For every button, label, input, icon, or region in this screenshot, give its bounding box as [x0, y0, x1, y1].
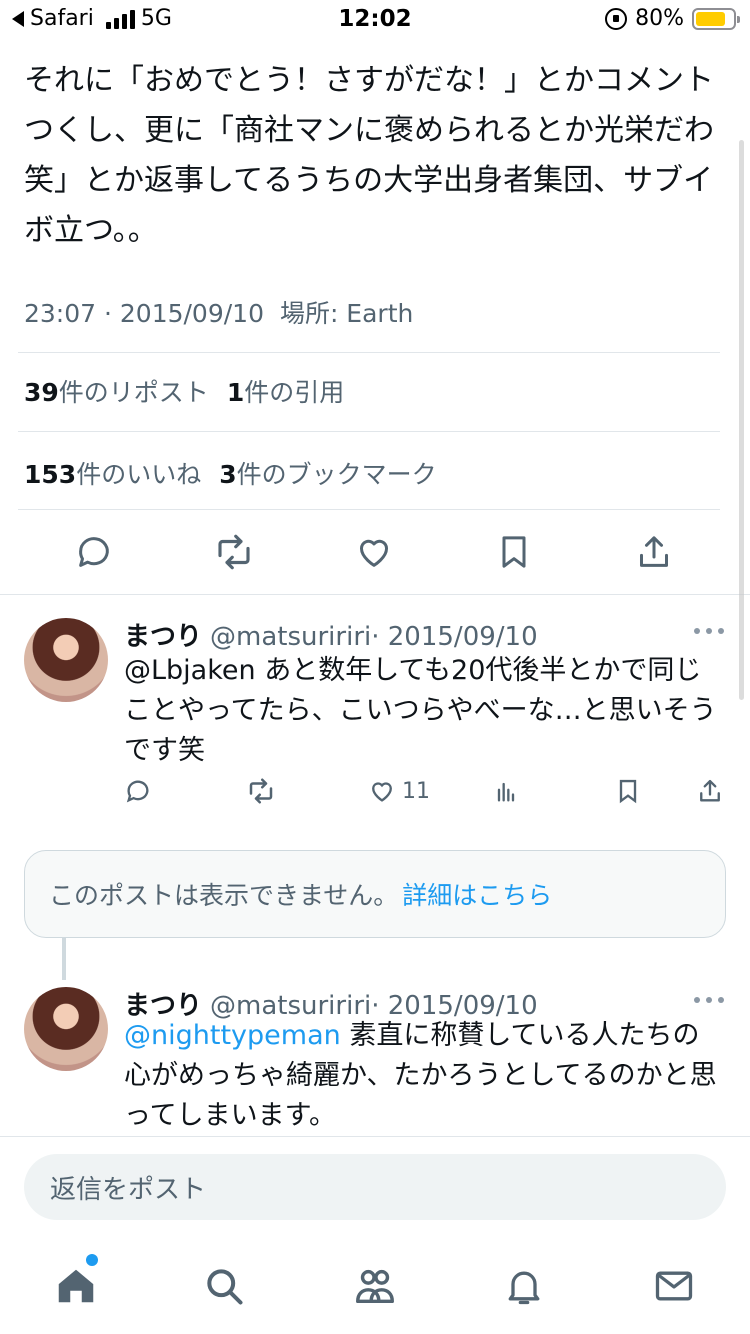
reply-share-button[interactable] — [696, 775, 724, 807]
reply-bookmark-button[interactable] — [614, 775, 642, 807]
quotes-label: 件の引用 — [244, 378, 345, 407]
tab-messages[interactable] — [650, 1262, 698, 1310]
divider — [18, 431, 720, 432]
mail-icon — [655, 1271, 693, 1301]
reply-input[interactable]: 返信をポスト — [24, 1154, 726, 1220]
unavailable-post-notice: このポストは表示できません。 詳細はこちら — [24, 850, 726, 938]
learn-more-link[interactable]: 詳細はこちら — [402, 876, 552, 912]
reply-repost-button[interactable] — [246, 775, 276, 807]
repost-stats[interactable]: 39件のリポスト 1件の引用 — [24, 373, 344, 409]
divider — [18, 509, 720, 510]
reply-actions: 11 — [124, 775, 724, 807]
thread-line — [62, 938, 66, 980]
heart-icon — [372, 782, 392, 802]
repost-icon — [218, 534, 250, 570]
reply-icon — [79, 537, 109, 567]
share-icon — [640, 536, 668, 567]
reply-text: @Lbjaken あと数年しても20代後半とかで同じことやってたら、こいつらやべ… — [124, 655, 717, 766]
search-icon — [207, 1269, 243, 1305]
share-icon — [700, 779, 720, 802]
avatar[interactable] — [24, 987, 108, 1071]
heart-icon — [360, 539, 388, 567]
tweet-meta: 23:07 · 2015/09/10 場所: Earth — [24, 294, 413, 330]
share-button[interactable] — [632, 530, 676, 574]
bookmark-icon — [502, 536, 526, 568]
status-bar: Safari 5G 12:02 80% — [0, 0, 750, 40]
reply-like-count: 11 — [402, 778, 430, 804]
orientation-lock-icon — [605, 7, 628, 30]
bookmarks-label: 件のブックマーク — [236, 460, 437, 489]
bookmark-button[interactable] — [492, 530, 536, 574]
home-icon — [58, 1269, 94, 1303]
reply-reply-button[interactable] — [124, 775, 152, 807]
reply-header: まつり @matsuririri· 2015/09/10 — [124, 616, 538, 653]
quotes-count: 1 — [226, 378, 245, 407]
bell-icon — [508, 1271, 540, 1305]
avatar[interactable] — [24, 618, 108, 702]
bookmarks-count: 3 — [219, 460, 237, 489]
tab-communities[interactable] — [351, 1262, 399, 1310]
new-posts-dot — [86, 1254, 98, 1266]
reply-author-handle[interactable]: @matsuririri — [210, 622, 371, 652]
like-stats[interactable]: 153件のいいね 3件のブックマーク — [24, 455, 437, 491]
more-options-icon[interactable] — [694, 997, 724, 1005]
reply-button[interactable] — [72, 530, 116, 574]
tweet-location: 場所: Earth — [279, 299, 414, 328]
tab-explore[interactable] — [200, 1262, 248, 1310]
reply-input-placeholder: 返信をポスト — [50, 1174, 207, 1205]
repost-icon — [249, 778, 273, 804]
reply-date: · 2015/09/10 — [371, 622, 538, 652]
tweet-timestamp[interactable]: 23:07 · 2015/09/10 — [24, 299, 264, 328]
divider — [18, 352, 720, 353]
battery-icon — [692, 7, 740, 30]
repost-button[interactable] — [212, 530, 256, 574]
tab-notifications[interactable] — [500, 1262, 548, 1310]
unavailable-text: このポストは表示できません。 — [49, 881, 399, 910]
reposts-label: 件のリポスト — [58, 378, 209, 407]
reply-views-button[interactable] — [492, 775, 520, 807]
reply-author-name[interactable]: まつり — [124, 622, 202, 652]
analytics-icon — [497, 782, 515, 802]
likes-label: 件のいいね — [76, 460, 202, 489]
bookmark-icon — [619, 779, 637, 804]
reply-icon — [126, 780, 149, 803]
like-button[interactable] — [352, 530, 396, 574]
reply-body: @nighttypeman 素直に称賛している人たちの心がめっちゃ綺麗か、たかろ… — [124, 1016, 724, 1136]
status-right: 80% — [605, 6, 740, 31]
divider — [0, 594, 750, 595]
reply-mention[interactable]: @nighttypeman — [124, 1020, 341, 1051]
tab-home[interactable] — [52, 1262, 100, 1310]
likes-count: 153 — [24, 460, 77, 489]
divider — [0, 1136, 750, 1137]
tweet-text: それに「おめでとう！さすがだな！」とかコメントつくし、更に「商社マンに褒められる… — [24, 63, 714, 248]
battery-percent: 80% — [635, 6, 684, 31]
scrollbar[interactable] — [739, 140, 744, 700]
reply-like-button[interactable]: 11 — [368, 775, 430, 807]
more-options-icon[interactable] — [694, 628, 724, 636]
communities-icon — [356, 1269, 394, 1304]
reposts-count: 39 — [24, 378, 59, 407]
